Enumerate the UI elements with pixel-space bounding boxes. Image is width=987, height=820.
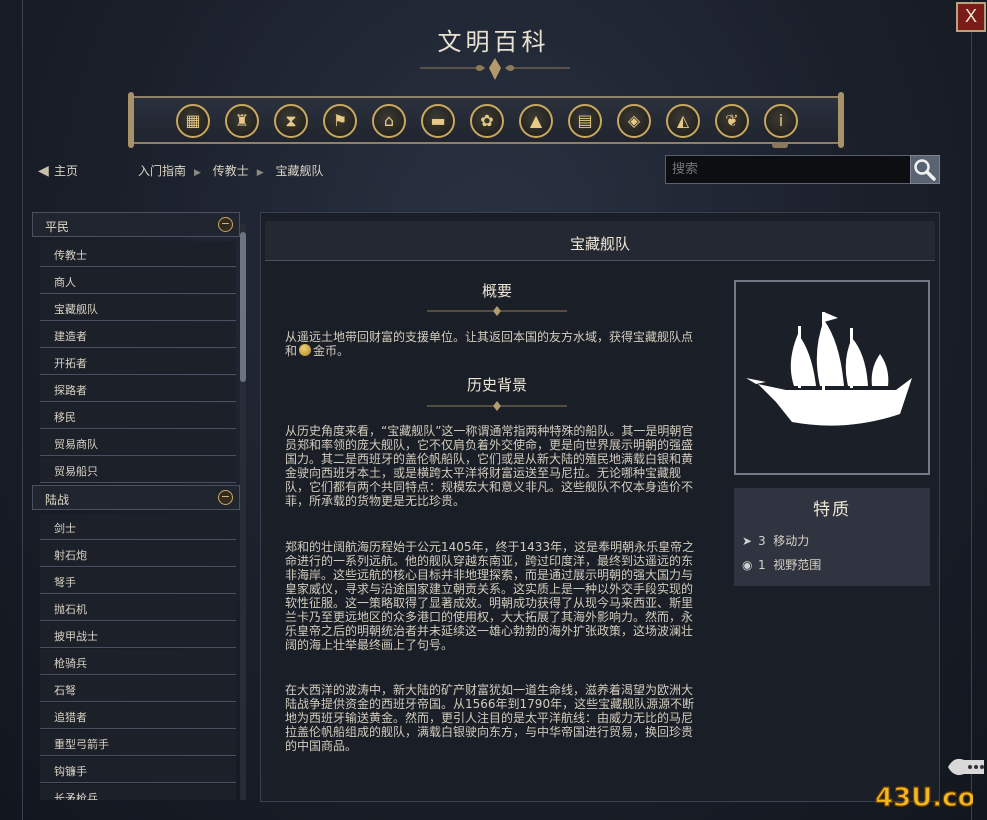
title-ornament (420, 58, 570, 80)
breadcrumb: 入门指南 ▶ 传教士 ▶ 宝藏舰队 (138, 162, 332, 179)
list-item[interactable]: 射石炮 (40, 541, 236, 567)
heading-ornament (427, 306, 567, 316)
ruins-icon[interactable]: ▦ (176, 104, 210, 138)
summary-text: 从遥远土地带回财富的支援单位。让其返回本国的友方水域，获得宝藏舰队点和 金币。 (285, 330, 699, 358)
trait-value: 3 (758, 534, 766, 548)
category-icon-bar: ▦ ♜ ⧗ ⚑ ⌂ ▬ ✿ ▲ ▤ ◈ ◭ ❦ i (128, 92, 844, 148)
eye-icon: ◉ (742, 558, 753, 572)
home-link[interactable]: ◀ 主页 (38, 162, 78, 179)
list-item[interactable]: 钩镰手 (40, 757, 236, 783)
search-icon (914, 159, 936, 181)
site-watermark-logo: 43U.com (874, 782, 973, 813)
collapse-icon[interactable]: − (218, 490, 233, 505)
government-icon[interactable]: ⌂ (372, 104, 406, 138)
gold-coin-icon (299, 344, 312, 356)
list-item[interactable]: 开拓者 (40, 349, 236, 375)
side-drawer-handle[interactable] (946, 756, 986, 778)
collapse-icon[interactable]: − (218, 217, 233, 232)
history-paragraph: 郑和的壮阔航海历程始于公元1405年，终于1433年，这是奉明朝永乐皇帝之命进行… (285, 540, 695, 652)
flag-icon[interactable]: ⚑ (323, 104, 357, 138)
list-item[interactable]: 追猎者 (40, 703, 236, 729)
list-item[interactable]: 长矛枪兵 (40, 784, 236, 800)
summary-heading: 概要 (481, 282, 512, 300)
breadcrumb-item[interactable]: 宝藏舰队 (276, 164, 324, 178)
category-header-civilian[interactable]: 平民 − (32, 212, 240, 237)
movement-icon: ➤ (742, 534, 753, 548)
sidebar-scrollbar-thumb[interactable] (240, 232, 246, 382)
watermark-text: 43U.com (875, 783, 973, 813)
iconbar-handle (772, 142, 788, 148)
unit-list-sidebar: 平民 − 传教士 商人 宝藏舰队 建造者 开拓者 探路者 移民 贸易商队 贸易船… (32, 212, 250, 800)
list-item[interactable]: 移民 (40, 403, 236, 429)
history-paragraph: 从历史角度来看，“宝藏舰队”这一称谓通常指两种特殊的船队。其一是明朝官员郑和率领… (285, 424, 694, 508)
building-icon[interactable]: ▤ (568, 104, 602, 138)
book-icon[interactable]: ▬ (421, 104, 455, 138)
category-header-land-combat[interactable]: 陆战 − (32, 485, 240, 510)
pyramid-icon[interactable]: ◭ (666, 104, 700, 138)
summary-text-part: 金币。 (313, 344, 350, 358)
treasure-fleet-ship-icon (746, 312, 912, 426)
trait-row: ◉ 1 视野范围 (742, 556, 821, 573)
leader-icon[interactable]: ❦ (715, 104, 749, 138)
list-item[interactable]: 枪骑兵 (40, 649, 236, 675)
list-item[interactable]: 贸易商队 (40, 430, 236, 456)
mountain-icon[interactable]: ▲ (519, 104, 553, 138)
trait-label: 移动力 (773, 534, 810, 548)
list-item[interactable]: 披甲战士 (40, 622, 236, 648)
list-item[interactable]: 宝藏舰队 (40, 295, 236, 321)
traits-heading: 特质 (813, 500, 851, 520)
history-heading: 历史背景 (466, 376, 527, 394)
home-label: 主页 (54, 164, 79, 178)
breadcrumb-item[interactable]: 传教士 (213, 164, 249, 178)
wonder-icon[interactable]: ♜ (225, 104, 259, 138)
trait-value: 1 (758, 558, 766, 572)
unit-portrait (734, 280, 930, 475)
back-arrow-icon: ◀ (38, 163, 49, 179)
list-item[interactable]: 抛石机 (40, 595, 236, 621)
list-item[interactable]: 商人 (40, 268, 236, 294)
breadcrumb-item[interactable]: 入门指南 (138, 164, 186, 178)
traits-panel: 特质 ➤ 3 移动力 ◉ 1 视野范围 (734, 488, 930, 586)
list-item[interactable]: 石弩 (40, 676, 236, 702)
history-paragraph: 在大西洋的波涛中，新大陆的矿产财富犹如一道生命线，滋养着渴望为欧洲大陆战争提供资… (285, 683, 695, 753)
list-item[interactable]: 弩手 (40, 568, 236, 594)
search-input[interactable] (665, 155, 911, 184)
article-panel: 宝藏舰队 概要 从遥远土地带回财富的支援单位。让其返回本国的友方水域，获得宝藏舰… (260, 212, 940, 802)
list-item[interactable]: 重型弓箭手 (40, 730, 236, 756)
direction-icon[interactable]: ◈ (617, 104, 651, 138)
list-item[interactable]: 探路者 (40, 376, 236, 402)
chevron-right-icon: ▶ (194, 168, 201, 178)
flower-icon[interactable]: ✿ (470, 104, 504, 138)
hourglass-icon[interactable]: ⧗ (274, 104, 308, 138)
category-label: 平民 (45, 220, 70, 234)
list-item[interactable]: 贸易船只 (40, 457, 236, 483)
list-item[interactable]: 建造者 (40, 322, 236, 348)
heading-ornament (427, 401, 567, 411)
list-item[interactable]: 剑士 (40, 514, 236, 540)
info-icon[interactable]: i (764, 104, 798, 138)
category-label: 陆战 (45, 493, 70, 507)
trait-label: 视野范围 (773, 558, 822, 572)
list-item[interactable]: 传教士 (40, 241, 236, 267)
page-title: 文明百科 (437, 28, 550, 56)
trait-row: ➤ 3 移动力 (742, 532, 809, 549)
search-button[interactable] (910, 155, 940, 184)
chevron-right-icon: ▶ (256, 168, 264, 178)
article-title: 宝藏舰队 (265, 221, 935, 261)
